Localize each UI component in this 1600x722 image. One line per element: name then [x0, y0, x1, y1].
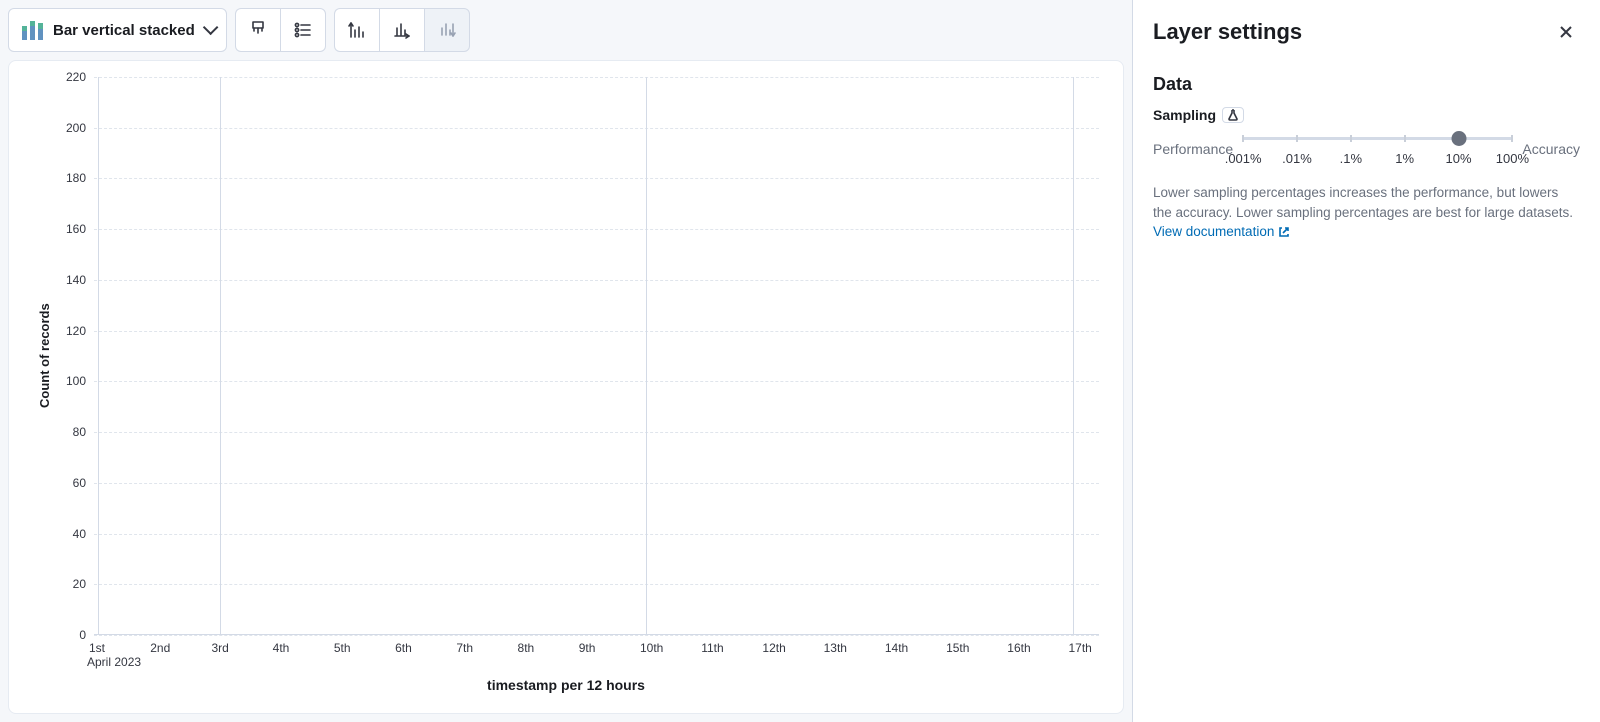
settings-axis-icon — [437, 20, 457, 40]
x-tick: 9th — [579, 635, 640, 655]
view-documentation-link[interactable]: View documentation — [1153, 222, 1290, 242]
y-axis-title: Count of records — [33, 77, 56, 635]
settings-axis-button[interactable] — [424, 8, 470, 52]
x-tick: 16th — [1007, 635, 1068, 655]
x-tick: 15th — [946, 635, 1007, 655]
x-tick: 10th — [640, 635, 701, 655]
slider-stop-label: .01% — [1282, 151, 1312, 166]
stacked-bar-icon — [21, 20, 45, 40]
legend-button[interactable] — [280, 8, 326, 52]
x-axis-secondary: April 2023 — [85, 655, 1099, 669]
slider-stop-label: 1% — [1395, 151, 1414, 166]
y-tick: 160 — [66, 222, 86, 236]
y-tick: 80 — [73, 425, 86, 439]
slider-stop-label: .001% — [1225, 151, 1262, 166]
close-button[interactable] — [1552, 18, 1580, 46]
sampling-label: Sampling — [1153, 107, 1216, 123]
y-tick: 180 — [66, 171, 86, 185]
slider-stop-label: .1% — [1340, 151, 1362, 166]
x-tick: 13th — [824, 635, 885, 655]
x-tick: 4th — [273, 635, 334, 655]
x-axis-ticks: 1st2nd3rd4th5th6th7th8th9th10th11th12th1… — [85, 635, 1099, 655]
sampling-slider[interactable] — [1243, 129, 1512, 147]
y-tick: 140 — [66, 273, 86, 287]
x-tick: 6th — [395, 635, 456, 655]
x-tick: 14th — [885, 635, 946, 655]
y-tick: 60 — [73, 476, 86, 490]
axis-group — [334, 8, 470, 52]
left-axis-icon — [347, 20, 367, 40]
y-axis-ticks: 020406080100120140160180200220 — [56, 77, 94, 635]
legend-list-icon — [293, 20, 313, 40]
x-tick: 2nd — [150, 635, 211, 655]
layer-settings-panel: Layer settings Data Sampling Performance… — [1132, 0, 1600, 722]
x-tick: 12th — [762, 635, 823, 655]
chart-type-selector[interactable]: Bar vertical stacked — [8, 8, 227, 52]
slider-stop-label: 100% — [1496, 151, 1529, 166]
y-tick: 40 — [73, 527, 86, 541]
slider-handle[interactable] — [1451, 131, 1466, 146]
slider-left-label: Performance — [1153, 141, 1233, 157]
external-link-icon — [1278, 226, 1290, 238]
y-tick: 220 — [66, 70, 86, 84]
y-tick: 20 — [73, 577, 86, 591]
slider-right-label: Accuracy — [1522, 141, 1580, 157]
left-axis-button[interactable] — [334, 8, 379, 52]
y-tick: 200 — [66, 121, 86, 135]
y-tick: 0 — [79, 628, 86, 642]
plot-area — [94, 77, 1099, 635]
bottom-axis-button[interactable] — [379, 8, 424, 52]
brush-legend-group — [235, 8, 326, 52]
x-tick: 8th — [518, 635, 579, 655]
x-tick: 5th — [334, 635, 395, 655]
brush-icon — [248, 20, 268, 40]
x-tick: 17th — [1069, 635, 1100, 655]
y-tick: 120 — [66, 324, 86, 338]
x-tick: 11th — [701, 635, 762, 655]
sampling-help-text: Lower sampling percentages increases the… — [1153, 183, 1580, 242]
x-tick: 3rd — [211, 635, 272, 655]
close-icon — [1558, 24, 1574, 40]
bottom-axis-icon — [392, 20, 412, 40]
chart-type-label: Bar vertical stacked — [53, 22, 195, 39]
x-tick: 1st — [89, 635, 150, 655]
chart-toolbar: Bar vertical stacked — [8, 8, 1124, 60]
y-tick: 100 — [66, 374, 86, 388]
x-axis-title: timestamp per 12 hours — [33, 677, 1099, 693]
chevron-down-icon — [203, 22, 214, 39]
chart-panel: Count of records 0 20 40 60 80 100 120 140 160 18… — [8, 60, 1124, 714]
brush-button[interactable] — [235, 8, 280, 52]
slider-stop-label: 10% — [1446, 151, 1472, 166]
x-tick: 7th — [456, 635, 517, 655]
beta-badge — [1222, 107, 1244, 123]
flask-icon — [1227, 109, 1239, 121]
section-data-heading: Data — [1153, 74, 1580, 95]
panel-title: Layer settings — [1153, 19, 1302, 45]
